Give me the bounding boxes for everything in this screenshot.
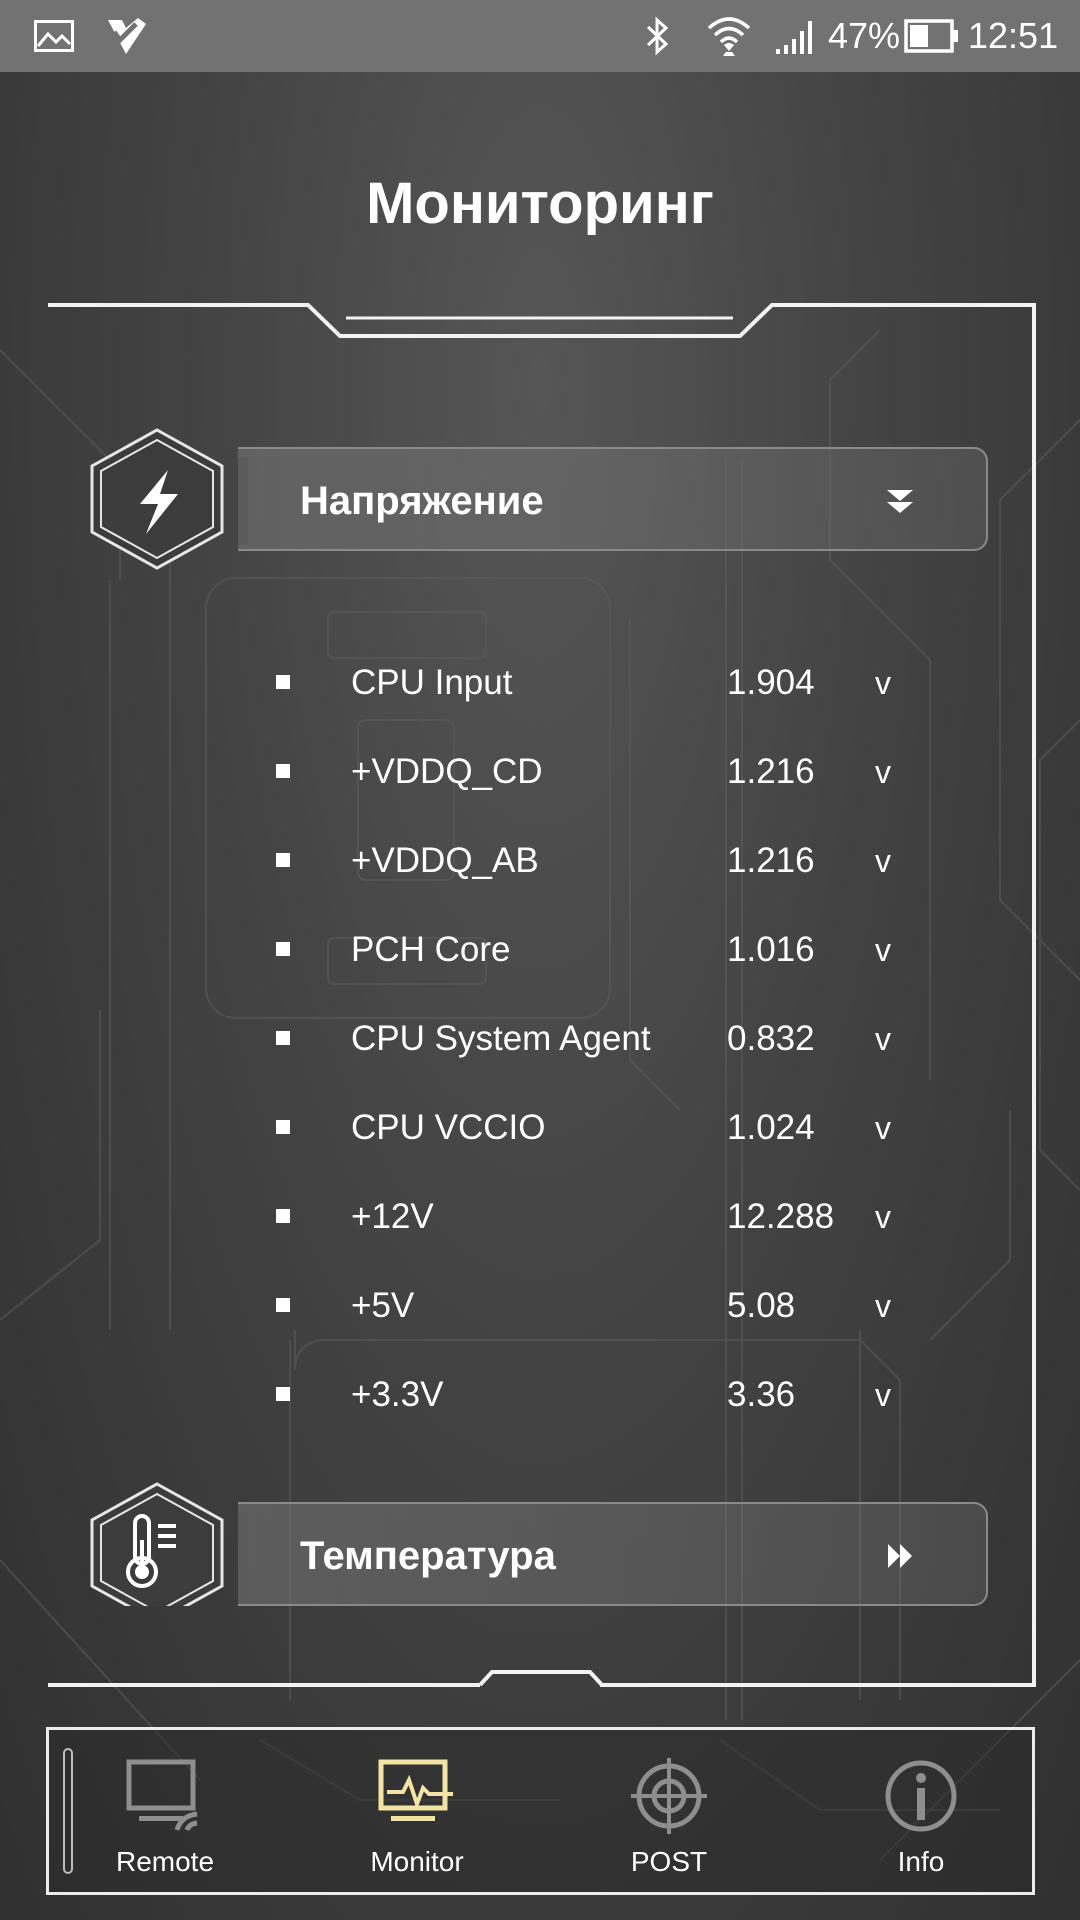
temperature-section-header[interactable]: Температура bbox=[238, 1502, 988, 1606]
voltage-unit: v bbox=[875, 1288, 891, 1324]
voltage-row: PCH Core 1.016 v bbox=[0, 920, 1080, 980]
voltage-value: 1.904 bbox=[727, 663, 815, 702]
voltage-row: CPU Input 1.904 v bbox=[0, 653, 1080, 713]
nav-info-label: Info bbox=[897, 1846, 945, 1877]
remote-icon bbox=[126, 1759, 198, 1831]
voltage-value: 0.832 bbox=[727, 1019, 815, 1058]
voltage-row: +3.3V 3.36 v bbox=[0, 1365, 1080, 1425]
voltage-value: 1.216 bbox=[727, 752, 815, 791]
voltage-row: CPU System Agent 0.832 v bbox=[0, 1009, 1080, 1069]
voltage-value: 5.08 bbox=[727, 1286, 796, 1325]
voltage-value: 1.216 bbox=[727, 841, 815, 880]
voltage-name: +5V bbox=[351, 1286, 415, 1325]
voltage-name: PCH Core bbox=[351, 930, 511, 969]
monitor-icon bbox=[378, 1759, 453, 1821]
crosshair-icon bbox=[631, 1758, 707, 1834]
voltage-name: +3.3V bbox=[351, 1375, 444, 1414]
wifi-icon bbox=[706, 0, 752, 72]
voltage-row: +12V 12.288 v bbox=[0, 1187, 1080, 1247]
voltage-value: 1.016 bbox=[727, 930, 815, 969]
bullet bbox=[276, 1120, 290, 1134]
app-check-icon bbox=[106, 0, 148, 72]
voltage-unit: v bbox=[875, 1021, 891, 1057]
page-title: Мониторинг bbox=[366, 171, 714, 236]
voltage-unit: v bbox=[875, 754, 891, 790]
bullet bbox=[276, 1387, 290, 1401]
double-chevron-right-icon[interactable] bbox=[884, 1540, 916, 1572]
voltage-name: CPU Input bbox=[351, 663, 513, 702]
nav-remote-label: Remote bbox=[115, 1846, 215, 1877]
voltage-name: CPU System Agent bbox=[351, 1019, 651, 1058]
status-bar: 47% 12:51 bbox=[0, 0, 1080, 72]
lightning-icon bbox=[90, 428, 224, 570]
bullet bbox=[276, 764, 290, 778]
nav-remote[interactable]: Remote bbox=[65, 1730, 265, 1892]
header-notch bbox=[238, 457, 248, 545]
voltage-section-header[interactable]: Напряжение bbox=[238, 447, 988, 551]
info-icon bbox=[885, 1760, 957, 1832]
voltage-value: 3.36 bbox=[727, 1375, 796, 1414]
voltage-name: CPU VCCIO bbox=[351, 1108, 546, 1147]
nav-monitor[interactable]: Monitor bbox=[317, 1730, 517, 1892]
header-notch bbox=[238, 1512, 248, 1600]
signal-icon bbox=[776, 0, 818, 72]
voltage-value: 12.288 bbox=[727, 1197, 835, 1236]
voltage-unit: v bbox=[875, 1110, 891, 1146]
bullet bbox=[276, 942, 290, 956]
voltage-row: +5V 5.08 v bbox=[0, 1276, 1080, 1336]
bottom-nav: Remote Monitor POST Info bbox=[46, 1727, 1035, 1895]
temperature-section-title: Температура bbox=[300, 1534, 556, 1578]
voltage-unit: v bbox=[875, 665, 891, 701]
voltage-row: +VDDQ_AB 1.216 v bbox=[0, 831, 1080, 891]
bullet bbox=[276, 1031, 290, 1045]
bullet bbox=[276, 675, 290, 689]
bullet bbox=[276, 853, 290, 867]
voltage-row: CPU VCCIO 1.024 v bbox=[0, 1098, 1080, 1158]
clock: 12:51 bbox=[968, 15, 1059, 56]
voltage-section-title: Напряжение bbox=[300, 479, 544, 523]
voltage-value: 1.024 bbox=[727, 1108, 815, 1147]
bluetooth-icon bbox=[644, 0, 672, 72]
bullet bbox=[276, 1298, 290, 1312]
thermometer-icon bbox=[90, 1482, 224, 1606]
battery-percent: 47% bbox=[828, 15, 901, 56]
nav-post[interactable]: POST bbox=[569, 1730, 769, 1892]
nav-monitor-label: Monitor bbox=[370, 1846, 464, 1877]
nav-info[interactable]: Info bbox=[821, 1730, 1021, 1892]
bullet bbox=[276, 1209, 290, 1223]
voltage-name: +VDDQ_CD bbox=[351, 752, 543, 791]
battery-icon bbox=[904, 0, 960, 72]
gallery-icon bbox=[34, 0, 74, 72]
voltage-unit: v bbox=[875, 1377, 891, 1413]
voltage-row: +VDDQ_CD 1.216 v bbox=[0, 742, 1080, 802]
voltage-name: +12V bbox=[351, 1197, 434, 1236]
voltage-unit: v bbox=[875, 1199, 891, 1235]
voltage-unit: v bbox=[875, 932, 891, 968]
double-chevron-down-icon[interactable] bbox=[884, 485, 916, 517]
voltage-unit: v bbox=[875, 843, 891, 879]
voltage-name: +VDDQ_AB bbox=[351, 841, 539, 880]
nav-post-label: POST bbox=[630, 1846, 708, 1877]
